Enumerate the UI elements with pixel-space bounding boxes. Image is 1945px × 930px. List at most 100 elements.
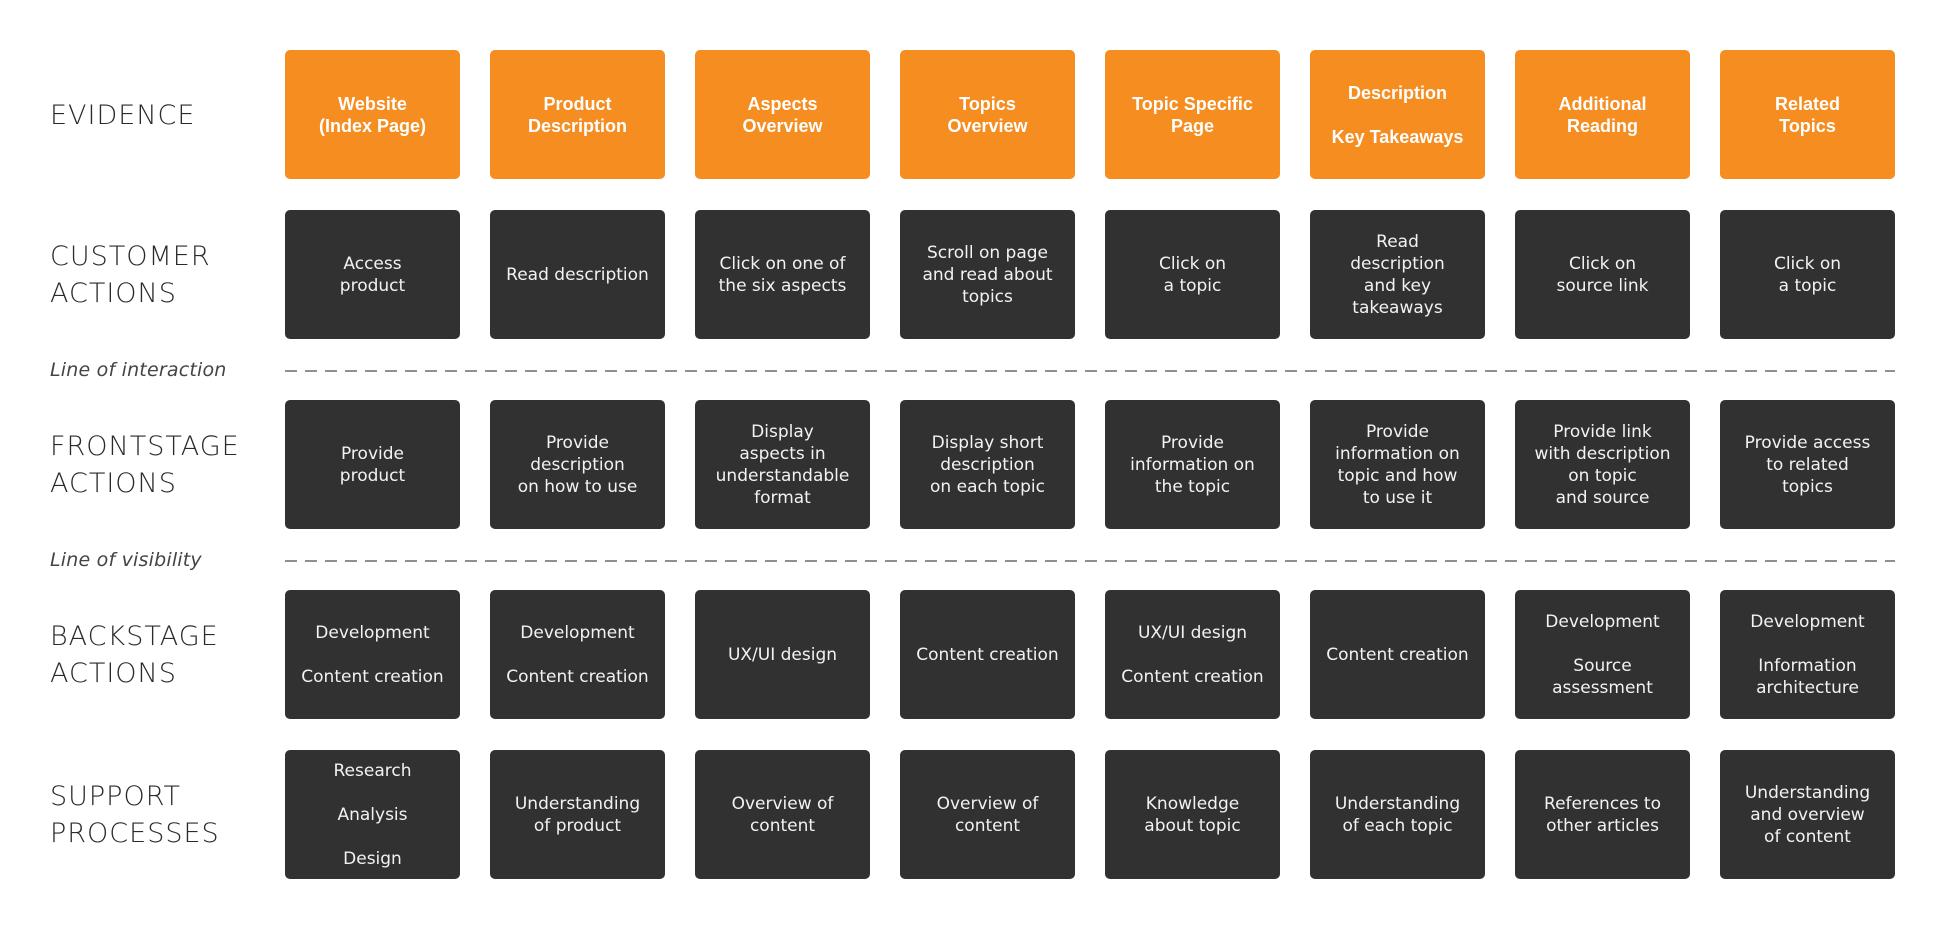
card-text-line: other articles: [1546, 815, 1659, 836]
card-text-line: Understanding: [1744, 782, 1871, 803]
card-text-line: Display: [751, 421, 814, 442]
card-text-line: description: [1350, 253, 1445, 274]
card-text-line: assessment: [1552, 677, 1653, 698]
row-label-line: ACTIONS: [50, 468, 177, 499]
card-text-line: topic and how: [1337, 465, 1458, 486]
evidence-card: Website (Index Page): [285, 50, 460, 179]
card-text-line: Topics: [1779, 115, 1836, 136]
row-label-line: FRONTSTAGE: [50, 431, 240, 462]
frontstage-action-card: Provide information on topic and how to use…: [1310, 400, 1485, 529]
backstage-action-card: UX/UI design Content creation: [1105, 590, 1280, 719]
customer-action-card: Click on source link: [1515, 210, 1690, 339]
card-text-line: Additional: [1558, 93, 1647, 114]
row-label-evidence: EVIDENCE: [50, 97, 195, 134]
card-text-line: with description: [1534, 443, 1671, 464]
row-label-customer-actions: CUSTOMER ACTIONS: [50, 238, 211, 312]
frontstage-action-card: Provide access to related topics: [1720, 400, 1895, 529]
support-process-card: Understanding of product: [490, 750, 665, 879]
card-text-line: Development: [315, 622, 430, 643]
card-text-line: UX/UI design: [727, 644, 838, 665]
card-text-line: and read about: [922, 264, 1053, 285]
frontstage-action-card: Provide information on the topic: [1105, 400, 1280, 529]
card-text-line: UX/UI design: [1137, 622, 1248, 643]
backstage-action-card: Content creation: [900, 590, 1075, 719]
line-of-interaction: [285, 370, 1895, 372]
card-text-line: Development: [520, 622, 635, 643]
line-of-visibility-label: Line of visibility: [50, 549, 202, 571]
card-text-line: Knowledge: [1145, 793, 1240, 814]
card-text-line: References to: [1544, 793, 1661, 814]
frontstage-action-card: Provide link with description on topic and …: [1515, 400, 1690, 529]
card-text-line: and overview: [1750, 804, 1865, 825]
card-text-line: Read: [1376, 231, 1419, 252]
support-process-card: Overview of content: [695, 750, 870, 879]
frontstage-action-card: Provide description on how to use: [490, 400, 665, 529]
card-text-line: architecture: [1756, 677, 1859, 698]
customer-action-card: Scroll on page and read about topics: [900, 210, 1075, 339]
card-text-line: of product: [533, 815, 622, 836]
line-of-visibility: [285, 560, 1895, 562]
row-label-line: CUSTOMER: [50, 241, 211, 272]
card-text-line: Topics: [959, 93, 1016, 114]
card-text-line: to related: [1766, 454, 1849, 475]
card-text-line: Design: [343, 848, 402, 869]
row-label-frontstage-actions: FRONTSTAGE ACTIONS: [50, 428, 240, 502]
backstage-action-card: Content creation: [1310, 590, 1485, 719]
card-text-line: Description: [527, 115, 628, 136]
card-text-line: the six aspects: [718, 275, 847, 296]
card-text-line: Content creation: [1326, 644, 1469, 665]
customer-action-card: Read description and key takeaways: [1310, 210, 1485, 339]
evidence-card: Topics Overview: [900, 50, 1075, 179]
row-label-line: ACTIONS: [50, 278, 177, 309]
card-text-line: Provide access: [1744, 432, 1871, 453]
row-label-line: BACKSTAGE: [50, 621, 219, 652]
card-text-line: and key: [1363, 275, 1432, 296]
card-text-line: Scroll on page: [926, 242, 1049, 263]
customer-action-card: Click on a topic: [1105, 210, 1280, 339]
card-text-line: Topic Specific: [1132, 93, 1253, 114]
card-text-line: topics: [1782, 476, 1833, 497]
card-text-line: Website: [338, 93, 407, 114]
card-text-line: (Index Page): [318, 115, 427, 136]
card-text-line: product: [339, 275, 406, 296]
row-label-line: ACTIONS: [50, 658, 177, 689]
row-label-backstage-actions: BACKSTAGE ACTIONS: [50, 618, 219, 692]
line-of-interaction-label: Line of interaction: [50, 359, 227, 381]
card-text-line: takeaways: [1352, 297, 1443, 318]
card-text-line: Key Takeaways: [1331, 126, 1464, 147]
card-text-line: Analysis: [337, 804, 408, 825]
card-text-line: aspects in: [739, 443, 826, 464]
card-text-line: Information: [1758, 655, 1857, 676]
card-text-line: Understanding: [1334, 793, 1461, 814]
evidence-card: Aspects Overview: [695, 50, 870, 179]
card-text-line: about topic: [1144, 815, 1241, 836]
card-text-line: a topic: [1778, 275, 1837, 296]
support-process-card: Understanding of each topic: [1310, 750, 1485, 879]
card-text-line: Description: [1347, 82, 1448, 103]
card-text-line: on each topic: [930, 476, 1045, 497]
card-text-line: Provide: [1365, 421, 1429, 442]
card-text-line: Page: [1170, 115, 1215, 136]
card-text-line: Overview of: [936, 793, 1039, 814]
frontstage-action-card: Provide product: [285, 400, 460, 529]
evidence-card: Additional Reading: [1515, 50, 1690, 179]
card-text-line: and source: [1555, 487, 1650, 508]
support-process-card: Overview of content: [900, 750, 1075, 879]
card-text-line: Development: [1545, 611, 1660, 632]
evidence-card: Topic Specific Page: [1105, 50, 1280, 179]
card-text-line: of content: [1764, 826, 1851, 847]
backstage-action-card: Development Information architecture: [1720, 590, 1895, 719]
card-text-line: Related: [1774, 93, 1841, 114]
card-text-line: Display short: [931, 432, 1044, 453]
evidence-card: Description Key Takeaways: [1310, 50, 1485, 179]
card-text-line: format: [754, 487, 811, 508]
customer-action-card: Access product: [285, 210, 460, 339]
backstage-action-card: UX/UI design: [695, 590, 870, 719]
card-text-line: Click on one of: [719, 253, 846, 274]
card-text-line: Source: [1573, 655, 1632, 676]
card-text-line: Content creation: [506, 666, 649, 687]
card-text-line: Content creation: [916, 644, 1059, 665]
card-text-line: Overview: [947, 115, 1028, 136]
card-text-line: information on: [1335, 443, 1460, 464]
customer-action-card: Click on a topic: [1720, 210, 1895, 339]
